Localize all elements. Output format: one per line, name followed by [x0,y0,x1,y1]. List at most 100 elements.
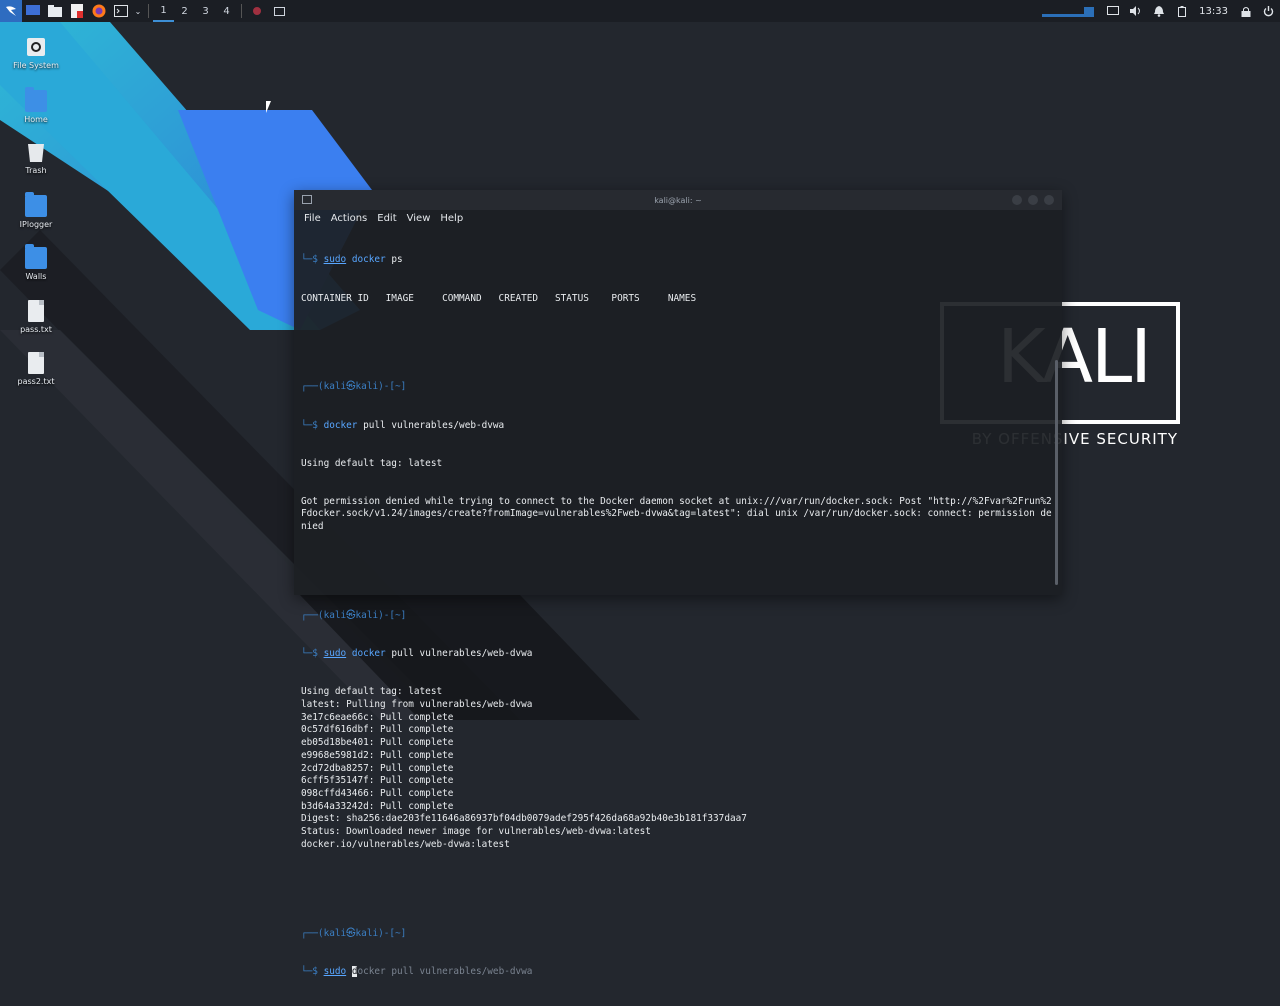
menu-help[interactable]: Help [440,213,463,224]
cmd-sudo: sudo [323,965,347,977]
menu-edit[interactable]: Edit [377,213,396,224]
text-file-icon [28,300,44,322]
output-line: Got permission denied while trying to co… [301,495,1052,533]
panel-separator [148,4,149,18]
display-icon[interactable] [1101,0,1124,22]
output-line: latest: Pulling from vulnerables/web-dvw… [301,698,533,710]
prompt-head: ┌──(kali㉿kali)-[~] [301,927,407,939]
desktop-icon-file-system[interactable]: File System [10,36,62,70]
minimize-button[interactable] [1012,195,1022,205]
output-line: 2cd72dba8257: Pull complete [301,762,454,774]
prompt-head: ┌──(kali㉿kali)-[~] [301,610,407,622]
cmd-sudo: sudo [323,254,347,266]
desktop-icon-label: File System [13,61,59,70]
pull-output: Using default tag: latest latest: Pulling… [301,686,1055,851]
terminal-menubar: File Actions Edit View Help [294,210,1062,227]
prompt-tail: └─$ [301,648,324,660]
prompt-tail: └─$ [301,254,324,266]
maximize-button[interactable] [1028,195,1038,205]
output-line: 6cff5f35147f: Pull complete [301,775,454,787]
terminal-title: kali@kali: ~ [654,195,702,205]
chevron-down-icon[interactable]: ⌄ [132,0,144,22]
cmd-name: docker [351,254,386,266]
cmd-args: ps [385,254,403,266]
desktop-icon-home[interactable]: Home [10,87,62,124]
trash-icon [25,141,47,163]
desktop-icon-label: IPlogger [19,220,53,229]
terminal-titlebar[interactable]: kali@kali: ~ [294,190,1062,210]
command-line: └─$ sudo docker pull vulnerables/web-dvw… [301,648,1055,661]
desktop-icon-label: pass.txt [20,325,52,334]
firefox-icon[interactable] [88,0,110,22]
cmd-name: docker [351,648,386,660]
mouse-pointer-icon [266,101,276,113]
text-editor-icon[interactable] [66,0,88,22]
battery-icon[interactable] [1170,0,1193,22]
workspace-2[interactable]: 2 [174,0,195,22]
output-line: docker.io/vulnerables/web-dvwa:latest [301,838,510,850]
kali-menu-icon[interactable] [0,0,22,22]
top-panel: ⌄ 1 2 3 4 13:33 [0,0,1280,22]
output-line: e9968e5981d2: Pull complete [301,749,454,761]
output-line: 0c57df616dbf: Pull complete [301,724,454,736]
folder-icon [25,244,47,269]
menu-file[interactable]: File [304,213,321,224]
desktop-icon-iplogger[interactable]: IPlogger [10,192,62,229]
terminal-icon[interactable] [110,0,132,22]
terminal-scrollbar[interactable] [1055,360,1058,585]
desktop-icon-pass-txt[interactable]: pass.txt [10,300,62,334]
window-button-terminal-icon[interactable] [268,0,290,22]
output-line: 098cffd43466: Pull complete [301,787,454,799]
output-line: 3e17c6eae66c: Pull complete [301,711,454,723]
output-line: Digest: sha256:dae203fe11646a86937bf04db… [301,813,747,825]
home-folder-icon [25,87,47,112]
ps-header: CONTAINER ID IMAGE COMMAND CREATED STATU… [301,292,697,304]
cmd-sudo: sudo [323,648,347,660]
desktop-icon-label: Walls [25,272,47,281]
output-line: Using default tag: latest [301,457,443,469]
output-line: Status: Downloaded newer image for vulne… [301,826,651,838]
clock[interactable]: 13:33 [1193,6,1234,17]
desktop-icon-label: pass2.txt [17,377,55,386]
notification-bell-icon[interactable] [1147,0,1170,22]
desktop-icon-walls[interactable]: Walls [10,244,62,281]
output-line: eb05d18be401: Pull complete [301,737,454,749]
command-line: └─$ sudo docker ps [301,254,1055,267]
power-icon[interactable] [1257,0,1280,22]
close-button[interactable] [1044,195,1054,205]
lock-screen-icon[interactable] [1234,0,1257,22]
prompt-head: ┌──(kali㉿kali)-[~] [301,381,407,393]
cpu-graph-icon [1031,0,1101,22]
desktop-icon-pass2-txt[interactable]: pass2.txt [10,352,62,386]
current-command-line[interactable]: └─$ sudo docker pull vulnerables/web-dvw… [301,965,1055,979]
cmd-args: pull vulnerables/web-dvwa [385,648,533,660]
system-tray: 13:33 [1031,0,1280,22]
workspace-1[interactable]: 1 [153,0,174,22]
output-line: b3d64a33242d: Pull complete [301,800,454,812]
cmd-name: docker [323,419,358,431]
prompt-tail: └─$ [301,419,324,431]
terminal-window[interactable]: kali@kali: ~ File Actions Edit View Help… [294,190,1062,977]
drive-icon [25,36,47,58]
window-button-icon[interactable] [246,0,268,22]
panel-separator [241,4,242,18]
desktop-icon[interactable] [22,0,44,22]
workspace-4[interactable]: 4 [216,0,237,22]
output-line: Using default tag: latest [301,686,443,698]
menu-view[interactable]: View [407,213,431,224]
terminal-window-icon[interactable] [302,195,312,204]
menu-actions[interactable]: Actions [331,213,368,224]
terminal-output[interactable]: └─$ sudo docker ps CONTAINER ID IMAGE CO… [294,227,1062,1006]
workspace-3[interactable]: 3 [195,0,216,22]
volume-icon[interactable] [1124,0,1147,22]
command-line: └─$ docker pull vulnerables/web-dvwa [301,420,1055,433]
desktop-icon-trash[interactable]: Trash [10,141,62,175]
desktop-icon-label: Trash [25,166,47,175]
file-manager-icon[interactable] [44,0,66,22]
text-file-icon [28,352,44,374]
desktop-icon-label: Home [24,115,48,124]
prompt-tail: └─$ [301,965,324,977]
